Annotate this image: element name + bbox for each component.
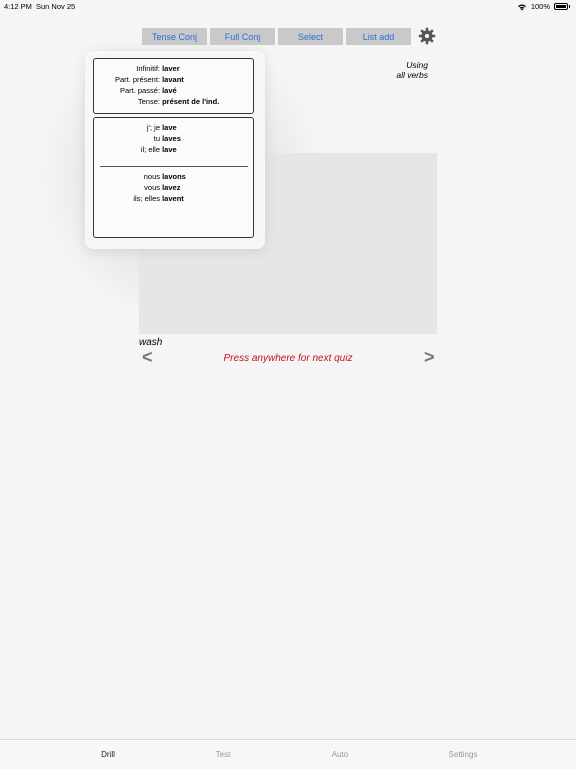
toolbar: Tense Conj Full Conj Select List add bbox=[142, 28, 411, 45]
gear-icon[interactable] bbox=[418, 27, 436, 45]
next-quiz-hint[interactable]: Press anywhere for next quiz bbox=[139, 353, 437, 364]
tense-conj-button[interactable]: Tense Conj bbox=[142, 28, 207, 45]
full-conj-button[interactable]: Full Conj bbox=[210, 28, 275, 45]
select-button[interactable]: Select bbox=[278, 28, 343, 45]
info-row: Part. présent: lavant bbox=[114, 75, 184, 84]
verb-scope-line1: Using bbox=[406, 60, 428, 70]
tab-drill[interactable]: Drill bbox=[101, 750, 115, 759]
tab-auto[interactable]: Auto bbox=[332, 750, 348, 759]
info-row: Tense: présent de l'ind. bbox=[137, 97, 220, 106]
conj-row: ils; elles lavent bbox=[133, 194, 184, 203]
verb-info-box: Infinitif: laver Part. présent: lavant P… bbox=[93, 58, 254, 114]
info-row: Part. passé: lavé bbox=[119, 86, 177, 95]
info-row: Infinitif: laver bbox=[136, 64, 180, 73]
status-right: 100% bbox=[517, 2, 570, 11]
status-date: Sun Nov 25 bbox=[36, 2, 76, 11]
battery-tip bbox=[569, 5, 570, 8]
conj-row: j'; je lave bbox=[146, 123, 177, 132]
battery-percent: 100% bbox=[530, 2, 550, 11]
conj-row: tu laves bbox=[153, 134, 181, 143]
status-bar: 4:12 PM Sun Nov 25 100% bbox=[0, 0, 576, 12]
next-arrow-button[interactable]: > bbox=[424, 347, 435, 368]
conj-row: nous lavons bbox=[143, 172, 186, 181]
conj-row: il; elle lave bbox=[140, 145, 177, 154]
tab-settings[interactable]: Settings bbox=[449, 750, 478, 759]
conjugation-popover: Infinitif: laver Part. présent: lavant P… bbox=[85, 51, 265, 249]
divider bbox=[100, 166, 248, 167]
conj-row: vous lavez bbox=[144, 183, 181, 192]
conjugation-box: j'; je lave tu laves il; elle lave nous … bbox=[93, 117, 254, 238]
tab-test[interactable]: Test bbox=[216, 750, 231, 759]
list-add-button[interactable]: List add bbox=[346, 28, 411, 45]
verb-scope-label: Using all verbs bbox=[396, 60, 428, 80]
status-time: 4:12 PM bbox=[4, 2, 32, 11]
battery-icon bbox=[554, 3, 568, 10]
tab-bar: Drill Test Auto Settings bbox=[0, 739, 576, 769]
verb-scope-line2: all verbs bbox=[396, 70, 428, 80]
wifi-icon bbox=[517, 4, 526, 10]
